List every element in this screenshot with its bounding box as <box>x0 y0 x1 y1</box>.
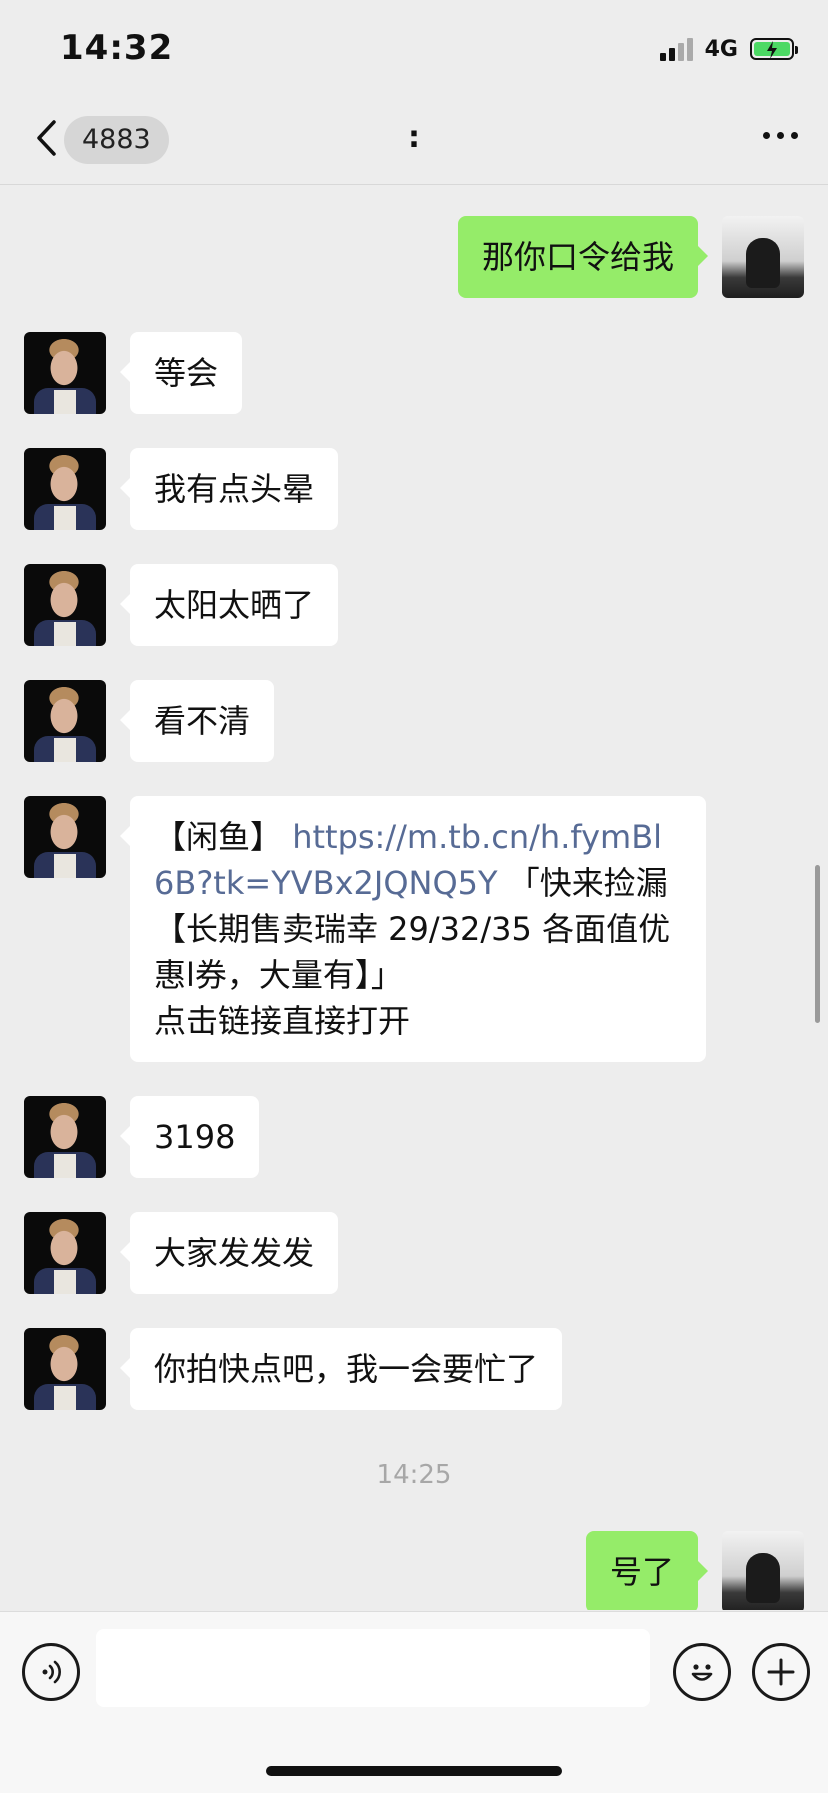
plus-icon <box>767 1658 795 1686</box>
more-icon <box>763 132 770 139</box>
status-icons: 4G <box>659 34 798 64</box>
scrollbar[interactable] <box>815 865 820 1023</box>
more-button[interactable] <box>763 132 798 139</box>
network-type: 4G <box>704 36 738 62</box>
battery-icon <box>750 38 798 60</box>
signal-icon <box>659 37 693 61</box>
avatar-contact[interactable] <box>24 1328 106 1410</box>
voice-icon <box>42 1660 61 1684</box>
emoji-button[interactable] <box>673 1643 731 1701</box>
message-bubble[interactable]: 你拍快点吧，我一会要忙了 <box>119 1328 563 1410</box>
avatar-contact[interactable] <box>24 1212 106 1294</box>
message-row: 你拍快点吧，我一会要忙了 <box>0 1328 828 1410</box>
message-bubble[interactable]: 太阳太晒了 <box>119 564 339 646</box>
plus-button[interactable] <box>752 1643 810 1701</box>
message-bubble[interactable]: 我有点头晕 <box>119 448 339 530</box>
message-row: 我有点头晕 <box>0 448 828 530</box>
message-bubble[interactable]: 3198 <box>119 1096 260 1178</box>
avatar-contact[interactable] <box>24 564 106 646</box>
message-bubble[interactable]: 那你口令给我 <box>457 216 709 298</box>
message-timestamp: 14:25 <box>376 1460 452 1490</box>
message-row: 号了 <box>0 1531 828 1610</box>
message-row: 太阳太晒了 <box>0 564 828 646</box>
avatar-self[interactable] <box>722 216 804 298</box>
message-bubble[interactable]: 看不清 <box>119 680 275 762</box>
message-row: 大家发发发 <box>0 1212 828 1294</box>
message-row: 等会 <box>0 332 828 414</box>
avatar-self[interactable] <box>722 1531 804 1610</box>
message-row: 看不清 <box>0 680 828 762</box>
chat-list[interactable]: 那你口令给我 等会 我有点头晕 太阳太晒了 看不清 【闲鱼】 https://m… <box>0 185 828 1610</box>
chat-title: : <box>408 120 420 155</box>
status-bar: 14:32 4G <box>0 0 828 96</box>
avatar-contact[interactable] <box>24 680 106 762</box>
emoji-icon <box>691 1664 713 1681</box>
avatar-contact[interactable] <box>24 332 106 414</box>
status-time: 14:32 <box>60 28 174 68</box>
home-indicator[interactable] <box>266 1766 562 1776</box>
message-bubble[interactable]: 大家发发发 <box>119 1212 339 1294</box>
avatar-contact[interactable] <box>24 448 106 530</box>
message-row: 【闲鱼】 https://m.tb.cn/h.fymBl6B?tk=YVBx2J… <box>0 796 828 1062</box>
avatar-contact[interactable] <box>24 796 106 878</box>
message-input[interactable] <box>96 1629 650 1707</box>
message-bubble[interactable]: 等会 <box>119 332 243 414</box>
avatar-contact[interactable] <box>24 1096 106 1178</box>
message-prefix: 【闲鱼】 <box>154 818 293 856</box>
message-bubble[interactable]: 号了 <box>585 1531 709 1610</box>
message-row: 3198 <box>0 1096 828 1178</box>
message-row: 那你口令给我 <box>0 216 828 298</box>
nav-bar: 4883 : <box>0 96 828 185</box>
message-bubble-link[interactable]: 【闲鱼】 https://m.tb.cn/h.fymBl6B?tk=YVBx2J… <box>120 796 706 1062</box>
voice-button[interactable] <box>22 1643 80 1701</box>
